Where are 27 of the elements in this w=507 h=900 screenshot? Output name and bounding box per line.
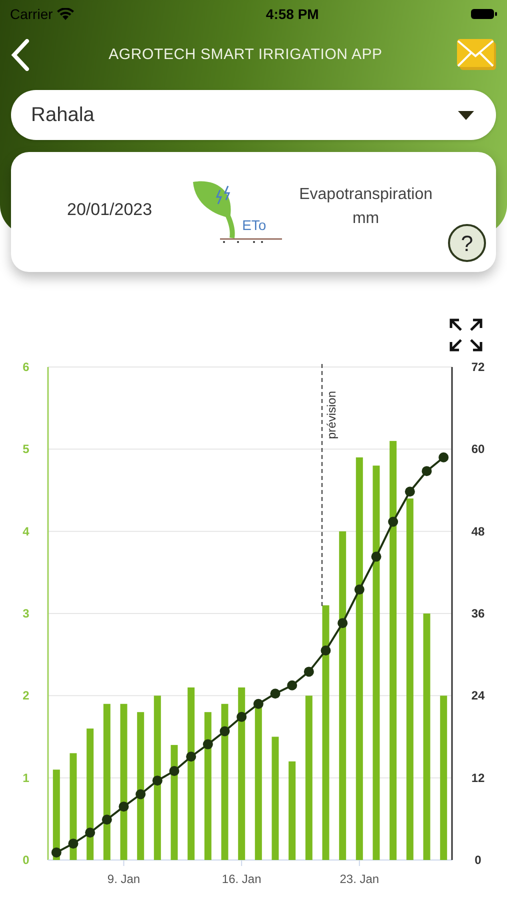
axis-tick-label: 4	[22, 524, 30, 538]
axis-tick-label: 0	[474, 853, 482, 867]
axis-tick-label: 3	[22, 606, 30, 620]
clock-time: 4:58 PM	[266, 4, 319, 24]
axis-tick-label: 24	[471, 688, 485, 703]
measure-name: Evapotranspiration	[299, 185, 433, 205]
unit-label: mm	[352, 209, 380, 229]
app-title: AGROTECH SMART IRRIGATION APP	[108, 44, 382, 65]
axis-tick-label: 5	[22, 442, 30, 456]
axis-tick-label: 9. Jan	[107, 872, 140, 886]
axis-tick-label: 2	[22, 688, 30, 703]
axis-tick-label: 1	[22, 770, 30, 785]
axis-tick-label: 36	[471, 606, 485, 620]
axis-tick-label: 0	[22, 853, 30, 867]
eto-label: ETo	[242, 217, 266, 233]
axis-tick-label: 6	[22, 360, 30, 374]
axis-tick-label: 60	[471, 442, 485, 456]
axis-tick-label: 16. Jan	[222, 872, 262, 886]
station-dropdown[interactable]: Rahala	[11, 90, 496, 140]
axis-tick-label: 23. Jan	[340, 872, 380, 886]
carrier-label: Carrier	[10, 4, 53, 24]
date-label: 20/01/2023	[67, 199, 152, 222]
axis-tick-label: 48	[471, 524, 485, 538]
forecast-label: prévision	[324, 390, 338, 439]
axis-tick-label: 72	[471, 360, 485, 374]
help-button[interactable]: ?	[448, 224, 486, 262]
axis-tick-label: 12	[471, 770, 485, 785]
